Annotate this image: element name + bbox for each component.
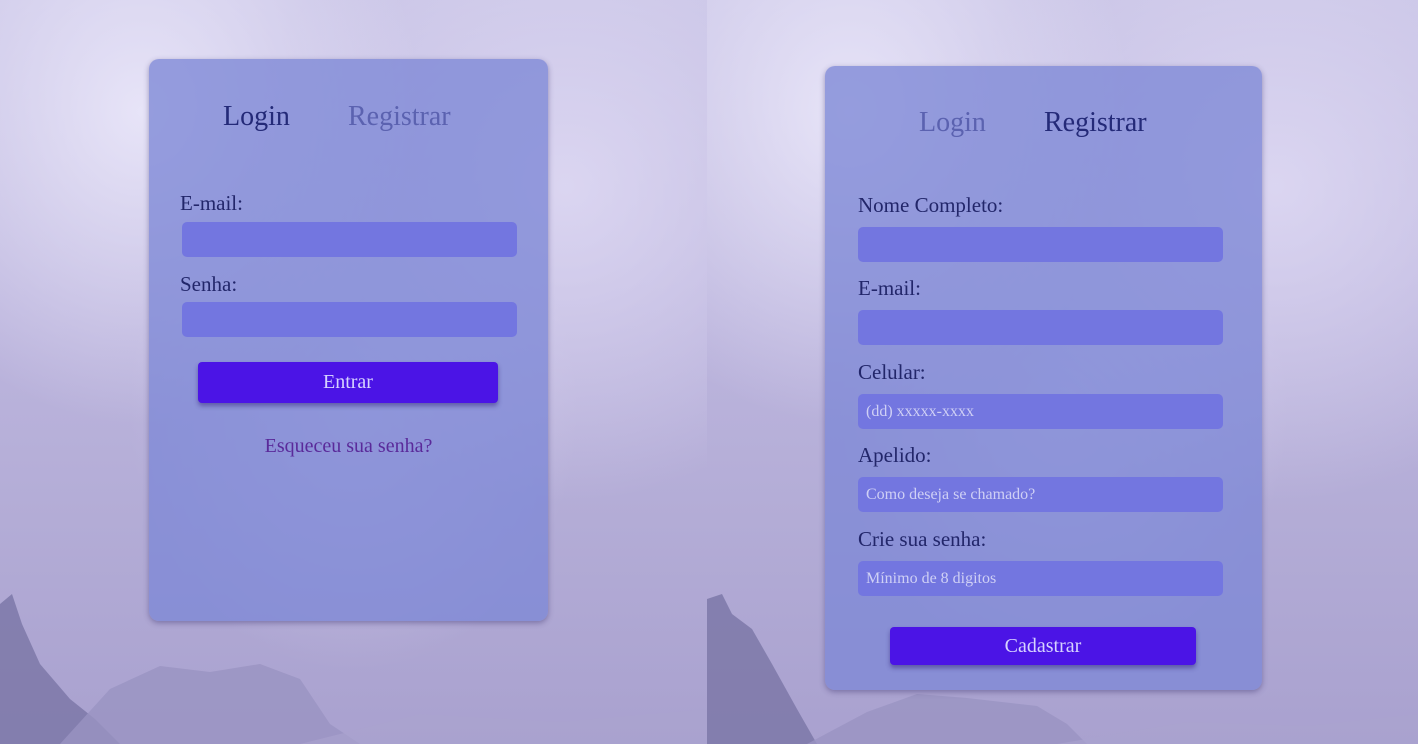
register-card: Login Registrar Nome Completo: E-mail: C… — [825, 66, 1262, 690]
email-field[interactable] — [182, 222, 517, 257]
login-submit-button[interactable]: Entrar — [198, 362, 498, 403]
register-submit-button[interactable]: Cadastrar — [890, 627, 1196, 665]
tab-register[interactable]: Registrar — [1044, 107, 1147, 139]
email-field[interactable] — [858, 310, 1223, 345]
email-label: E-mail: — [858, 276, 921, 300]
forgot-password-link[interactable]: Esqueceu sua senha? — [149, 435, 548, 458]
email-label: E-mail: — [180, 191, 243, 215]
register-panel: Login Registrar Nome Completo: E-mail: C… — [707, 0, 1418, 744]
login-card: Login Registrar E-mail: Senha: Entrar Es… — [149, 59, 548, 621]
tab-register[interactable]: Registrar — [348, 101, 451, 133]
phone-field[interactable] — [858, 394, 1223, 429]
password-label: Senha: — [180, 272, 238, 296]
nickname-field[interactable] — [858, 477, 1223, 512]
fullname-field[interactable] — [858, 227, 1223, 262]
nickname-label: Apelido: — [858, 443, 932, 467]
create-password-field[interactable] — [858, 561, 1223, 596]
tab-login[interactable]: Login — [223, 101, 290, 133]
create-password-label: Crie sua senha: — [858, 527, 987, 551]
fullname-label: Nome Completo: — [858, 193, 1004, 217]
tab-login[interactable]: Login — [919, 107, 986, 139]
phone-label: Celular: — [858, 360, 926, 384]
password-field[interactable] — [182, 302, 517, 337]
login-panel: Login Registrar E-mail: Senha: Entrar Es… — [0, 0, 707, 744]
